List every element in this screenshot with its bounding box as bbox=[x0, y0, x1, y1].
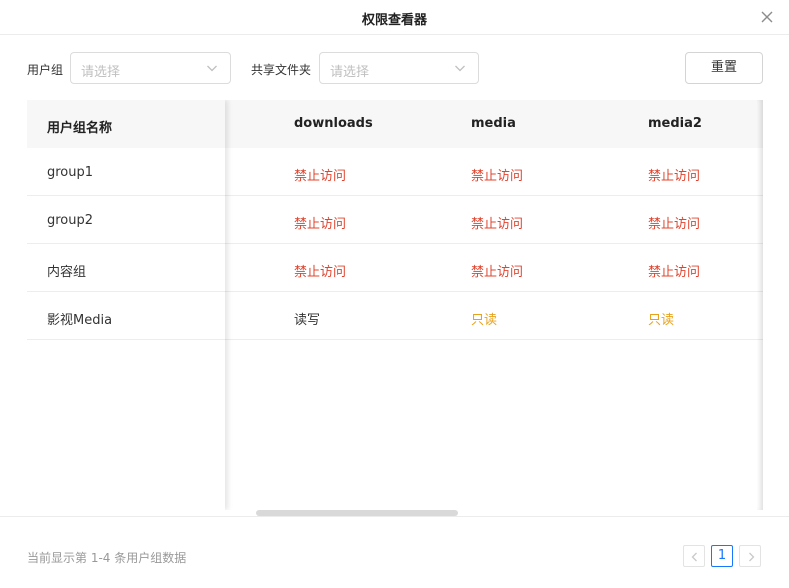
group-name-column: 用户组名称 group1 group2 内容组 影视Media bbox=[27, 100, 225, 510]
table-scroll-area[interactable]: downloads media media2 禁止访问 禁止访问 禁止访问 禁止… bbox=[225, 100, 763, 510]
page-1-button[interactable]: 1 bbox=[711, 545, 733, 567]
table-right-shadow bbox=[757, 100, 763, 510]
filter-bar: 用户组 请选择 共享文件夹 请选择 重置 bbox=[0, 52, 789, 84]
column-header-downloads: downloads bbox=[294, 116, 373, 131]
next-page-button[interactable] bbox=[739, 545, 761, 567]
permission-cell: 禁止访问 bbox=[471, 265, 524, 280]
table-row: 禁止访问 禁止访问 禁止访问 bbox=[225, 148, 763, 196]
chevron-right-icon bbox=[749, 552, 755, 562]
permission-cell: 只读 bbox=[648, 313, 675, 328]
permission-cell: 禁止访问 bbox=[648, 169, 701, 184]
table-row: group2 bbox=[27, 196, 225, 244]
dialog-header: 权限查看器 bbox=[0, 0, 789, 35]
permission-cell: 禁止访问 bbox=[294, 217, 347, 232]
table-row: group1 bbox=[27, 148, 225, 196]
table-row: 禁止访问 禁止访问 禁止访问 bbox=[225, 244, 763, 292]
permission-table: 用户组名称 group1 group2 内容组 影视Media download… bbox=[27, 100, 763, 510]
table-row: 禁止访问 禁止访问 禁止访问 bbox=[225, 196, 763, 244]
fixed-header-row: 用户组名称 bbox=[27, 100, 225, 148]
permission-cell: 禁止访问 bbox=[471, 217, 524, 232]
permission-viewer-dialog: 权限查看器 用户组 请选择 共享文件夹 请选择 重置 用户组名称 group1 … bbox=[0, 0, 789, 588]
user-group-placeholder: 请选择 bbox=[81, 65, 121, 80]
permission-cell: 读写 bbox=[294, 313, 321, 328]
chevron-left-icon bbox=[691, 552, 697, 562]
user-group-label: 用户组 bbox=[27, 63, 64, 77]
permission-cell: 禁止访问 bbox=[294, 265, 347, 280]
column-header-media2: media2 bbox=[648, 116, 702, 131]
chevron-down-icon bbox=[455, 65, 465, 72]
group-name-header: 用户组名称 bbox=[47, 121, 113, 136]
user-group-select[interactable]: 请选择 bbox=[70, 52, 231, 84]
shared-folder-label: 共享文件夹 bbox=[251, 63, 312, 77]
header-row: downloads media media2 bbox=[225, 100, 763, 148]
dialog-title: 权限查看器 bbox=[361, 13, 427, 28]
table-row: 内容组 bbox=[27, 244, 225, 292]
reset-button[interactable]: 重置 bbox=[685, 52, 763, 84]
permission-cell: 禁止访问 bbox=[648, 217, 701, 232]
shared-folder-select[interactable]: 请选择 bbox=[319, 52, 479, 84]
close-icon[interactable] bbox=[759, 9, 775, 25]
prev-page-button[interactable] bbox=[683, 545, 705, 567]
permission-cell: 只读 bbox=[471, 313, 498, 328]
table-row: 影视Media bbox=[27, 292, 225, 340]
group-name-cell: group2 bbox=[47, 213, 94, 228]
permission-cell: 禁止访问 bbox=[648, 265, 701, 280]
group-name-cell: 影视Media bbox=[47, 313, 113, 328]
permission-cell: 禁止访问 bbox=[471, 169, 524, 184]
table-row: 读写 只读 只读 bbox=[225, 292, 763, 340]
group-name-cell: 内容组 bbox=[47, 265, 87, 280]
chevron-down-icon bbox=[207, 65, 217, 72]
record-summary: 当前显示第 1-4 条用户组数据 bbox=[27, 551, 187, 565]
footer-divider bbox=[0, 516, 789, 517]
shared-folder-placeholder: 请选择 bbox=[330, 65, 370, 80]
column-header-media: media bbox=[471, 116, 516, 131]
group-name-cell: group1 bbox=[47, 165, 94, 180]
permission-cell: 禁止访问 bbox=[294, 169, 347, 184]
